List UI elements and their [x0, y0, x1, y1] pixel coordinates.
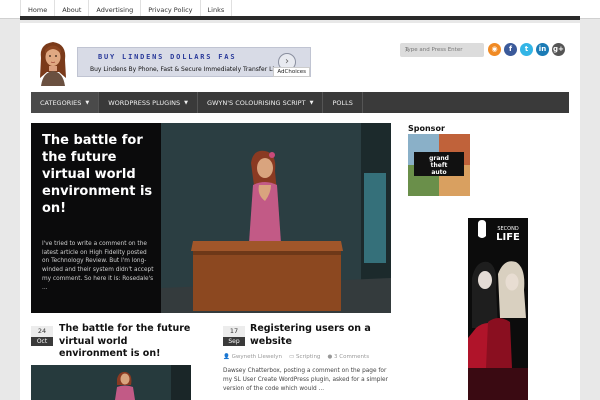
post-date: 24 Oct — [31, 326, 53, 346]
post-meta: 👤 Gwyneth Llewelyn ▭ Scripting ● 3 Comme… — [223, 354, 369, 360]
ad-subtitle: Buy Lindens By Phone, Fast & Secure Imme… — [90, 66, 293, 73]
linkedin-icon[interactable]: in — [536, 43, 549, 56]
nav-colourising-script-label: GWYN'S COLOURISING SCRIPT — [206, 99, 306, 107]
featured-post[interactable]: The battle for the future virtual world … — [31, 123, 391, 313]
ad-banner[interactable]: BUY LINDENS DOLLARS FAS Buy Lindens By P… — [77, 47, 311, 77]
nav-colourising-script[interactable]: GWYN'S COLOURISING SCRIPT ▼ — [198, 92, 324, 113]
googleplus-icon[interactable]: g+ — [552, 43, 565, 56]
caret-down-icon: ▼ — [85, 100, 90, 106]
post-comments[interactable]: 3 Comments — [334, 354, 369, 360]
social-icons: ◉ f t in g+ — [488, 43, 565, 56]
nav-categories-label: CATEGORIES — [40, 99, 82, 107]
facebook-icon[interactable]: f — [504, 43, 517, 56]
svg-text:theft: theft — [431, 162, 448, 169]
post-author[interactable]: Gwyneth Llewelyn — [232, 354, 282, 360]
post-month: Sep — [223, 337, 245, 346]
search-input[interactable]: Type and Press Enter ⌕ — [400, 43, 484, 57]
post-title[interactable]: The battle for the future virtual world … — [59, 323, 199, 361]
search-icon[interactable]: ⌕ — [405, 46, 480, 55]
sponsor-ad[interactable]: grand theft auto — [408, 134, 470, 196]
ad-title: BUY LINDENS DOLLARS FAS — [98, 53, 237, 61]
post-title[interactable]: Registering users on a website — [250, 323, 390, 348]
post-thumbnail[interactable] — [31, 365, 191, 400]
comment-icon: ● — [327, 354, 333, 360]
post-date: 17 Sep — [223, 326, 245, 346]
nav-polls[interactable]: POLLS — [323, 92, 363, 113]
svg-text:LIFE: LIFE — [496, 232, 520, 243]
caret-down-icon: ▼ — [309, 100, 314, 106]
rss-icon[interactable]: ◉ — [488, 43, 501, 56]
featured-excerpt: I've tried to write a comment on the lat… — [42, 241, 154, 291]
folder-icon: ▭ — [289, 354, 295, 360]
nav-polls-label: POLLS — [332, 99, 353, 107]
second-life-ad[interactable]: SECOND LIFE — [468, 218, 528, 400]
post-day: 24 — [31, 326, 53, 337]
post-category[interactable]: Scripting — [296, 354, 320, 360]
site-logo-avatar[interactable] — [33, 38, 73, 86]
post-month: Oct — [31, 337, 53, 346]
post-day: 17 — [223, 326, 245, 337]
nav-categories[interactable]: CATEGORIES ▼ — [31, 92, 100, 113]
user-icon: 👤 — [223, 354, 230, 360]
featured-title[interactable]: The battle for the future virtual world … — [42, 132, 154, 217]
featured-caption: The battle for the future virtual world … — [31, 123, 161, 313]
caret-down-icon: ▼ — [184, 100, 188, 106]
svg-text:grand: grand — [429, 155, 449, 162]
featured-image[interactable] — [161, 123, 391, 313]
adchoices-badge[interactable]: AdChoices — [273, 67, 310, 77]
svg-text:auto: auto — [431, 169, 446, 176]
page-container: BUY LINDENS DOLLARS FAS Buy Lindens By P… — [20, 23, 580, 400]
nav-wordpress-plugins[interactable]: WORDPRESS PLUGINS ▼ — [99, 92, 198, 113]
sponsor-heading: Sponsor — [408, 124, 445, 133]
header-divider — [20, 16, 580, 20]
nav-wordpress-plugins-label: WORDPRESS PLUGINS — [108, 99, 181, 107]
main-navigation: CATEGORIES ▼ WORDPRESS PLUGINS ▼ GWYN'S CO… — [31, 92, 569, 113]
post-excerpt: Dawsey Chatterbox, posting a comment on … — [223, 368, 388, 392]
twitter-icon[interactable]: t — [520, 43, 533, 56]
